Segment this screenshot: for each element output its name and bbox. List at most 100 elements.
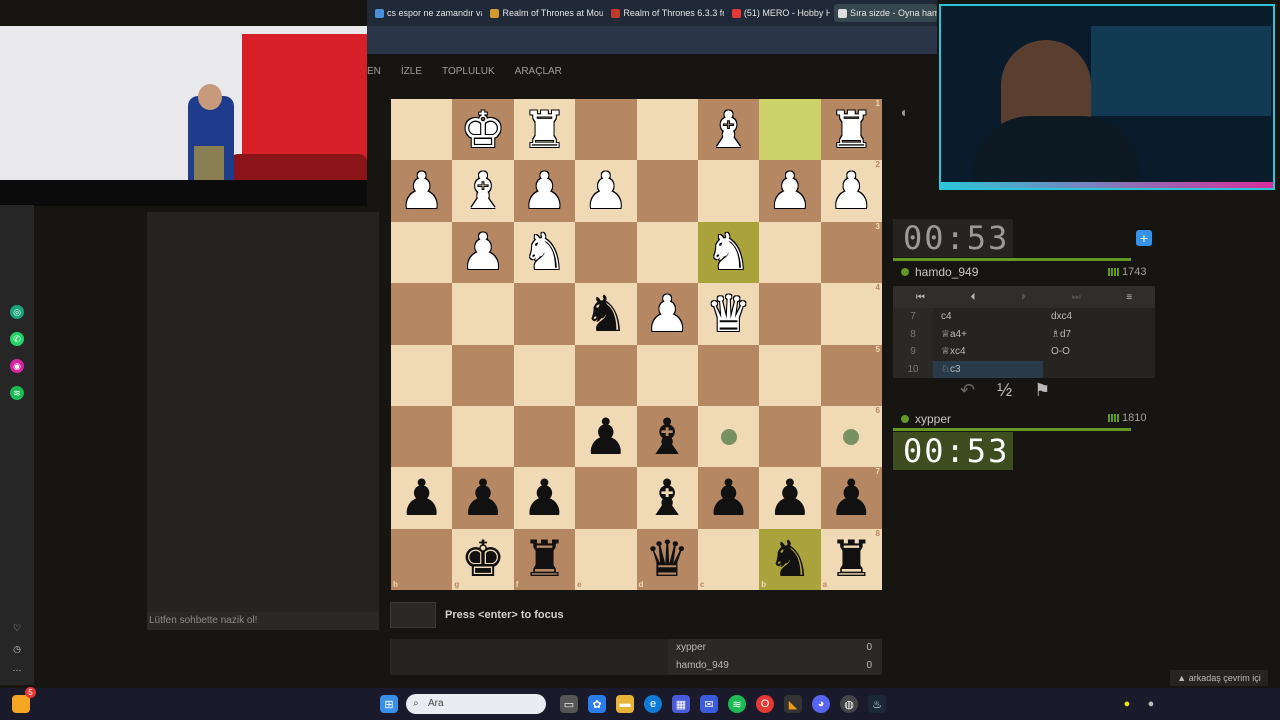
move-black[interactable] [1043, 361, 1153, 379]
board-square[interactable] [697, 160, 760, 222]
board-square[interactable]: 6 [820, 405, 882, 468]
board-square[interactable]: ♟ [452, 467, 514, 529]
chat-input[interactable]: Lütfen sohbette nazik ol! [147, 612, 379, 630]
board-square[interactable] [391, 221, 453, 284]
move-white[interactable]: c4 [933, 308, 1043, 326]
takeback-icon[interactable]: ↶ [960, 380, 975, 401]
board-square[interactable]: ♞ [697, 221, 760, 284]
friends-online-button[interactable]: ▲ arkadaş çevrim içi [1170, 670, 1268, 686]
black-rook-piece[interactable]: ♜ [829, 534, 874, 584]
nav-item[interactable]: ARAÇLAR [515, 66, 562, 77]
white-pawn-piece[interactable]: ♟ [645, 289, 690, 339]
board-square[interactable]: ♟ [513, 160, 576, 222]
white-knight-piece[interactable]: ♞ [522, 227, 567, 277]
board-square[interactable]: c [697, 528, 760, 590]
board-square[interactable]: ♝ [636, 467, 698, 529]
tray-icon[interactable]: ● [1118, 695, 1136, 713]
board-square[interactable]: e [575, 528, 637, 590]
white-rook-piece[interactable]: ♜ [522, 105, 567, 155]
board-square[interactable]: ♜ f [513, 528, 576, 590]
weather-icon[interactable]: 5 [12, 687, 36, 713]
browser-tab[interactable]: cs espor ne zamandır va [371, 4, 482, 22]
player-name[interactable]: xypper [901, 412, 951, 426]
browser-tab[interactable]: (51) MERO - Hobby H [728, 4, 830, 22]
board-square[interactable]: ♝ [697, 99, 760, 161]
white-rook-piece[interactable]: ♜ [829, 105, 874, 155]
black-pawn-piece[interactable]: ♟ [399, 473, 444, 523]
board-square[interactable] [636, 99, 698, 161]
black-pawn-piece[interactable]: ♟ [522, 473, 567, 523]
prev-move-icon[interactable]: ⏴ [970, 292, 975, 303]
history-icon[interactable]: ◷ [10, 642, 24, 656]
move-white-current[interactable]: ♘c3 [933, 360, 1043, 378]
spotify-taskbar-icon[interactable]: ≋ [728, 695, 746, 713]
windows-start-icon[interactable]: ⊞ [380, 695, 398, 713]
next-move-icon[interactable]: ⏵ [1021, 292, 1026, 303]
mail-icon[interactable]: ✉ [700, 695, 718, 713]
black-pawn-piece[interactable]: ♟ [461, 473, 506, 523]
board-square[interactable] [759, 405, 821, 468]
nav-item[interactable]: İZLE [401, 66, 422, 77]
legal-move-dot[interactable] [720, 428, 737, 445]
white-pawn-piece[interactable]: ♟ [829, 166, 874, 216]
move-black[interactable]: ♗d7 [1043, 326, 1153, 344]
tray-icon[interactable]: ● [1142, 695, 1160, 713]
board-square[interactable] [452, 283, 514, 345]
file-explorer-icon[interactable]: ▬ [616, 695, 634, 713]
board-square[interactable]: ♜ [513, 99, 576, 161]
board-square[interactable]: ♟ [452, 221, 514, 284]
board-square[interactable] [759, 99, 821, 161]
board-square[interactable]: ♟ [391, 160, 453, 222]
task-view-icon[interactable]: ▭ [560, 695, 578, 713]
resign-flag-icon[interactable]: ⚑ [1034, 380, 1050, 401]
board-square[interactable] [575, 99, 637, 161]
board-square[interactable] [697, 344, 760, 406]
chatgpt-icon[interactable]: ◎ [10, 305, 24, 319]
board-square[interactable] [391, 99, 453, 161]
black-knight-piece[interactable]: ♞ [583, 289, 628, 339]
menu-icon[interactable]: ≡ [1126, 292, 1132, 303]
more-icon[interactable]: ⋯ [10, 663, 24, 677]
move-white[interactable]: ♕a4+ [933, 326, 1043, 344]
board-square[interactable] [636, 344, 698, 406]
board-square[interactable] [452, 344, 514, 406]
board-square[interactable] [391, 283, 453, 345]
board-square[interactable] [513, 283, 576, 345]
board-square[interactable] [513, 344, 576, 406]
board-square[interactable] [391, 344, 453, 406]
board-square[interactable]: ♟ [391, 467, 453, 529]
black-knight-piece[interactable]: ♞ [768, 534, 813, 584]
chess-board[interactable]: ♚ ♜ ♝ ♜ 1 ♟ ♝ ♟ ♟ ♟ ♟ 2 ♟ ♞ ♞ 3 ♞ ♟ ♛ 4 5 ♟ ♝ 6 ♟ ♟ ♟ ♝ ♟ ♟ ♟ 7 h ♚ g ♜ f e ♛ d… [391, 99, 882, 590]
white-king-piece[interactable]: ♚ [461, 105, 506, 155]
white-pawn-piece[interactable]: ♟ [461, 227, 506, 277]
keyboard-move-input[interactable] [390, 602, 436, 628]
board-square[interactable]: ♟ [759, 467, 821, 529]
white-knight-piece[interactable]: ♞ [706, 227, 751, 277]
opera-icon[interactable]: O [756, 695, 774, 713]
black-bishop-piece[interactable]: ♝ [645, 412, 690, 462]
board-square[interactable]: ♚ g [452, 528, 514, 590]
move-black[interactable]: dxc4 [1043, 308, 1153, 326]
board-square[interactable]: ♟ [575, 160, 637, 222]
discord-icon[interactable]: ◕ [812, 695, 830, 713]
white-pawn-piece[interactable]: ♟ [583, 166, 628, 216]
board-square[interactable]: ♜ 8 a [820, 528, 882, 590]
nav-item[interactable]: EN [367, 66, 381, 77]
board-square[interactable]: ♟ 2 [820, 160, 882, 222]
board-square[interactable] [636, 221, 698, 284]
voice-icon[interactable]: ◖ [899, 104, 907, 120]
black-queen-piece[interactable]: ♛ [645, 534, 690, 584]
board-square[interactable] [575, 221, 637, 284]
white-pawn-piece[interactable]: ♟ [522, 166, 567, 216]
browser-tab[interactable]: Realm of Thrones at Mour [486, 4, 603, 22]
legal-move-dot[interactable] [843, 428, 860, 445]
board-square[interactable]: ♟ [697, 467, 760, 529]
board-square[interactable] [575, 344, 637, 406]
board-square[interactable]: ♞ [513, 221, 576, 284]
board-square[interactable] [513, 405, 576, 468]
white-pawn-piece[interactable]: ♟ [768, 166, 813, 216]
first-move-icon[interactable]: ⏮ [916, 292, 925, 303]
board-square[interactable]: ♝ [452, 160, 514, 222]
board-square[interactable] [759, 221, 821, 284]
edge-icon[interactable]: e [644, 695, 662, 713]
